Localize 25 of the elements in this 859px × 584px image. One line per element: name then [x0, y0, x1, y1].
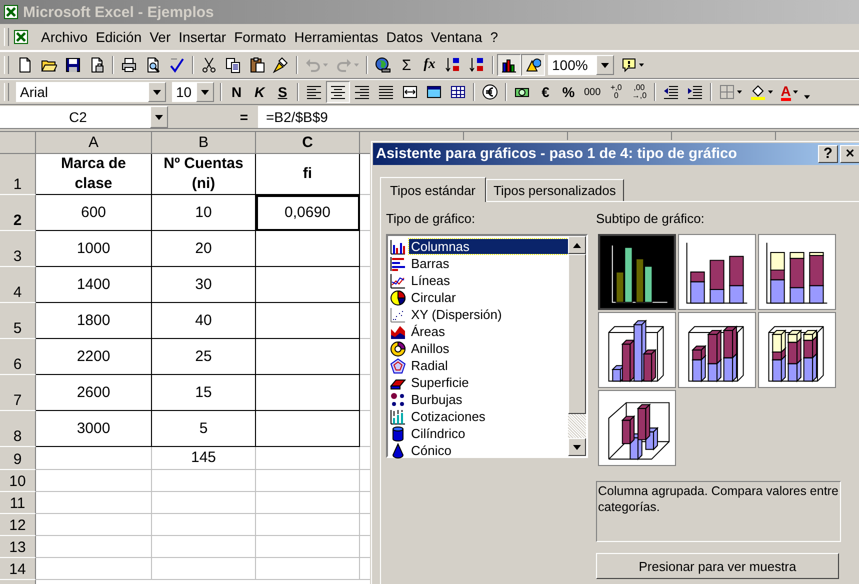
window-title: Microsoft Excel - Ejemplos	[23, 4, 214, 20]
table-cell: 600	[36, 195, 152, 231]
table-cell: 145	[152, 447, 256, 470]
table-cell: 10	[152, 195, 256, 231]
chart-type-label: Tipo de gráfico:	[386, 212, 476, 226]
table-cell: 2200	[36, 339, 152, 375]
table-cell: 30	[152, 267, 256, 303]
table-cell: 2600	[36, 375, 152, 411]
equals-sign: =	[240, 109, 248, 125]
table-cell: 25	[152, 339, 256, 375]
table-cell: 3000	[36, 411, 152, 447]
table-cell: 15	[152, 375, 256, 411]
dialog-title: Asistente para gráficos - paso 1 de 4: tipo de gráfico	[376, 146, 738, 162]
subtype-label: Subtipo de gráfico:	[596, 212, 706, 226]
table-cell: 20	[152, 231, 256, 267]
table-cell: 1000	[36, 231, 152, 267]
table-cell: 40	[152, 303, 256, 339]
description-text: Columna agrupada. Compara valores entre categorías.	[596, 481, 841, 542]
table-cell: 1800	[36, 303, 152, 339]
table-cell: fi	[256, 154, 360, 195]
table-cell: 0,0690	[256, 195, 360, 231]
table-cell: Marca de clase	[36, 154, 152, 195]
table-cell: 5	[152, 411, 256, 447]
table-cell: 1400	[36, 267, 152, 303]
table-cell: Nº Cuentas (ni)	[152, 154, 256, 195]
